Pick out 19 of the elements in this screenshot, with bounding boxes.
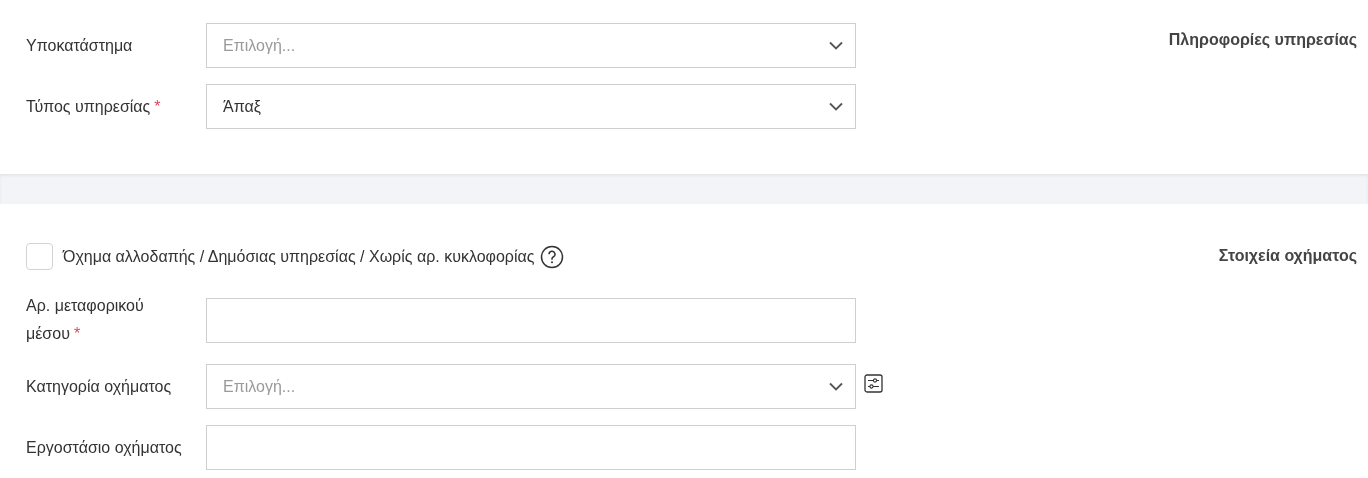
input-field[interactable] xyxy=(206,425,856,470)
field-label: Υποκατάστημα xyxy=(26,35,134,56)
section-title: Πληροφορίες υπηρεσίας xyxy=(1168,31,1357,48)
field-label: Αρ. μεταφορικού μέσου * xyxy=(26,296,145,344)
field-label: Τύπος υπηρεσίας * xyxy=(26,96,162,117)
filter-settings-icon[interactable] xyxy=(864,374,883,393)
checkbox[interactable] xyxy=(26,243,53,270)
field-label: Εργοστάσιο οχήματος xyxy=(26,437,183,458)
field-label: Κατηγορία οχήματος xyxy=(26,376,173,397)
input-field[interactable] xyxy=(206,297,856,343)
chevron-down-icon xyxy=(829,102,843,111)
select-field[interactable]: Επιλογή... xyxy=(206,364,856,409)
chevron-down-icon xyxy=(829,382,843,391)
section-title: Στοιχεία οχήματος xyxy=(1218,247,1357,264)
select-field[interactable]: Επιλογή... xyxy=(206,23,856,68)
help-icon[interactable] xyxy=(540,244,565,269)
checkbox-label: Όχημα αλλοδαπής / Δημόσιας υπηρεσίας / Χωρίς αρ. κυκλοφορίας xyxy=(63,246,535,267)
select-field[interactable]: Άπαξ xyxy=(206,84,856,129)
chevron-down-icon xyxy=(829,41,843,50)
